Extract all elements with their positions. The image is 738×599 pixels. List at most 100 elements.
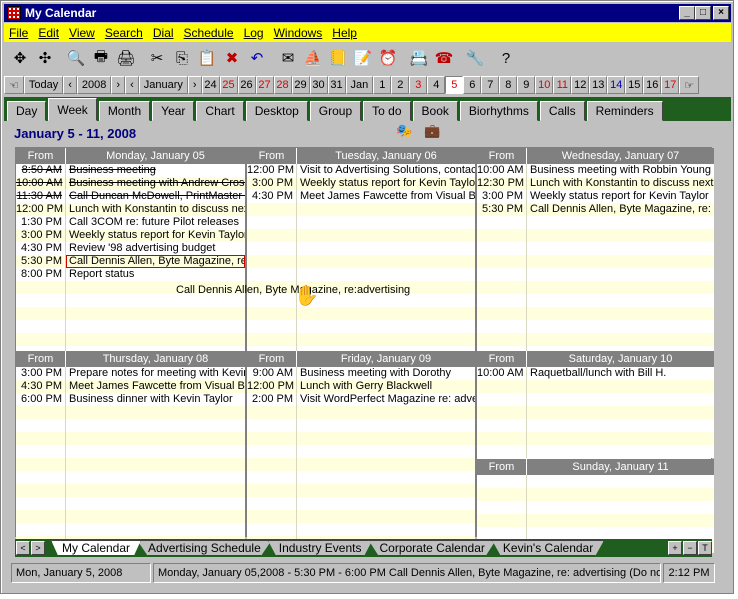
theater-masks-icon[interactable]: 🎭 (396, 123, 412, 139)
day-cell[interactable]: 27 (255, 76, 274, 94)
empty-row[interactable] (477, 501, 714, 514)
tab-desktop[interactable]: Desktop (245, 101, 308, 121)
menu-file[interactable]: File (4, 26, 33, 40)
empty-row[interactable] (247, 333, 475, 346)
tab-book[interactable]: Book (412, 101, 458, 121)
empty-row[interactable] (477, 216, 714, 229)
event-row[interactable]: 8:50 AM Business meeting (16, 164, 245, 177)
empty-row[interactable] (16, 419, 245, 432)
empty-row[interactable] (16, 406, 245, 419)
empty-row[interactable] (477, 333, 714, 346)
empty-row[interactable] (247, 406, 475, 419)
menu-schedule[interactable]: Schedule (179, 26, 239, 40)
empty-row[interactable] (247, 445, 475, 458)
tab-calls[interactable]: Calls (539, 101, 585, 121)
empty-row[interactable] (16, 333, 245, 346)
empty-row[interactable] (16, 484, 245, 497)
empty-row[interactable] (16, 471, 245, 484)
year-next-icon[interactable]: › (111, 76, 126, 94)
empty-row[interactable] (477, 294, 714, 307)
postcard-icon[interactable]: ✉ (276, 46, 300, 70)
tab-chart[interactable]: Chart (196, 101, 244, 121)
tools-icon[interactable]: 🔧 (463, 46, 487, 70)
empty-row[interactable] (477, 229, 714, 242)
empty-row[interactable] (247, 497, 475, 510)
day-cell[interactable]: 26 (237, 76, 256, 94)
day-cell[interactable]: 11 (553, 76, 572, 94)
add-calendar-button[interactable]: + (668, 541, 682, 555)
empty-row[interactable] (477, 432, 714, 445)
empty-row[interactable] (247, 523, 475, 536)
empty-row[interactable] (247, 510, 475, 523)
title-bar[interactable]: My Calendar _ □ × (4, 4, 731, 22)
tab-scroll-left-icon[interactable]: < (16, 541, 30, 555)
empty-row[interactable] (16, 523, 245, 536)
event-row[interactable]: 4:30 PM Meet James Fawcette from Visual B… (247, 190, 475, 203)
day-cell[interactable]: 10 (535, 76, 554, 94)
month-field[interactable]: January (138, 76, 188, 94)
print-icon[interactable]: 🖶 (89, 46, 113, 70)
remove-calendar-button[interactable]: − (683, 541, 697, 555)
move-icon[interactable]: ✥ (8, 46, 32, 70)
maximize-button[interactable]: □ (695, 6, 711, 20)
empty-row[interactable] (477, 380, 714, 393)
empty-row[interactable] (16, 432, 245, 445)
paste-icon[interactable]: 📋 (195, 46, 219, 70)
tab-year[interactable]: Year (152, 101, 195, 121)
empty-row[interactable] (477, 281, 714, 294)
minimize-button[interactable]: _ (679, 6, 695, 20)
day-cell[interactable]: 15 (625, 76, 644, 94)
day-cell[interactable]: 6 (463, 76, 482, 94)
empty-row[interactable] (16, 497, 245, 510)
event-row[interactable]: 4:30 PM Meet James Fawcette from Visual B… (16, 380, 245, 393)
forward-arrow-icon[interactable]: ☞ (679, 76, 700, 94)
calendar-tab[interactable]: Corporate Calendar (368, 540, 496, 556)
find-icon[interactable]: 🔍 (64, 46, 88, 70)
printer-setup-icon[interactable]: 🖨 (114, 46, 138, 70)
day-cell[interactable]: 24 (201, 76, 220, 94)
empty-row[interactable] (247, 320, 475, 333)
year-field[interactable]: 2008 (76, 76, 112, 94)
empty-row[interactable] (16, 320, 245, 333)
empty-row[interactable] (16, 445, 245, 458)
empty-row[interactable] (477, 268, 714, 281)
event-row[interactable]: 12:00 PM Lunch with Gerry Blackwell (247, 380, 475, 393)
calendar-tab[interactable]: Kevin's Calendar (491, 540, 605, 556)
day-cell[interactable]: 14 (607, 76, 626, 94)
event-row[interactable]: 3:00 PM Prepare notes for meeting with Ke… (16, 367, 245, 380)
event-row[interactable]: 6:00 PM Business dinner with Kevin Taylor (16, 393, 245, 406)
tab-day[interactable]: Day (7, 101, 47, 121)
empty-row[interactable] (477, 406, 714, 419)
empty-row[interactable] (247, 432, 475, 445)
event-row[interactable]: 10:00 AM Business meeting with Robbin You… (477, 164, 714, 177)
empty-row[interactable] (477, 475, 714, 488)
empty-row[interactable] (247, 471, 475, 484)
event-row[interactable]: 11:30 AM Call Duncan McDowell, PrintMaste… (16, 190, 245, 203)
event-row[interactable]: 5:30 PM Call Dennis Allen, Byte Magazine,… (477, 203, 714, 216)
empty-row[interactable] (477, 320, 714, 333)
event-row[interactable]: 12:00 PM Lunch with Konstantin to discuss… (16, 203, 245, 216)
tab-to-do[interactable]: To do (363, 101, 411, 121)
empty-row[interactable] (247, 419, 475, 432)
move-all-icon[interactable]: ✣ (33, 46, 57, 70)
empty-row[interactable] (247, 307, 475, 320)
empty-row[interactable] (477, 419, 714, 432)
day-cell[interactable]: 16 (643, 76, 662, 94)
alarm-icon[interactable]: ⏰ (376, 46, 400, 70)
empty-row[interactable] (477, 255, 714, 268)
undo-icon[interactable]: ↶ (245, 46, 269, 70)
empty-row[interactable] (247, 203, 475, 216)
ship-icon[interactable]: ⛵ (301, 46, 325, 70)
day-cell[interactable]: 3 (409, 76, 428, 94)
event-row[interactable]: 5:30 PM Call Dennis Allen, Byte Magazine,… (16, 255, 245, 268)
menu-help[interactable]: Help (327, 26, 362, 40)
event-row[interactable]: 9:00 AM Business meeting with Dorothy (247, 367, 475, 380)
empty-row[interactable] (477, 307, 714, 320)
menu-windows[interactable]: Windows (269, 26, 328, 40)
day-cell[interactable]: 8 (499, 76, 518, 94)
tab-group[interactable]: Group (309, 101, 362, 121)
addressbook-icon[interactable]: 📇 (407, 46, 431, 70)
briefcase-icon[interactable]: 💼 (424, 123, 440, 139)
menu-search[interactable]: Search (100, 26, 148, 40)
month-label-jan[interactable]: Jan (345, 76, 374, 94)
